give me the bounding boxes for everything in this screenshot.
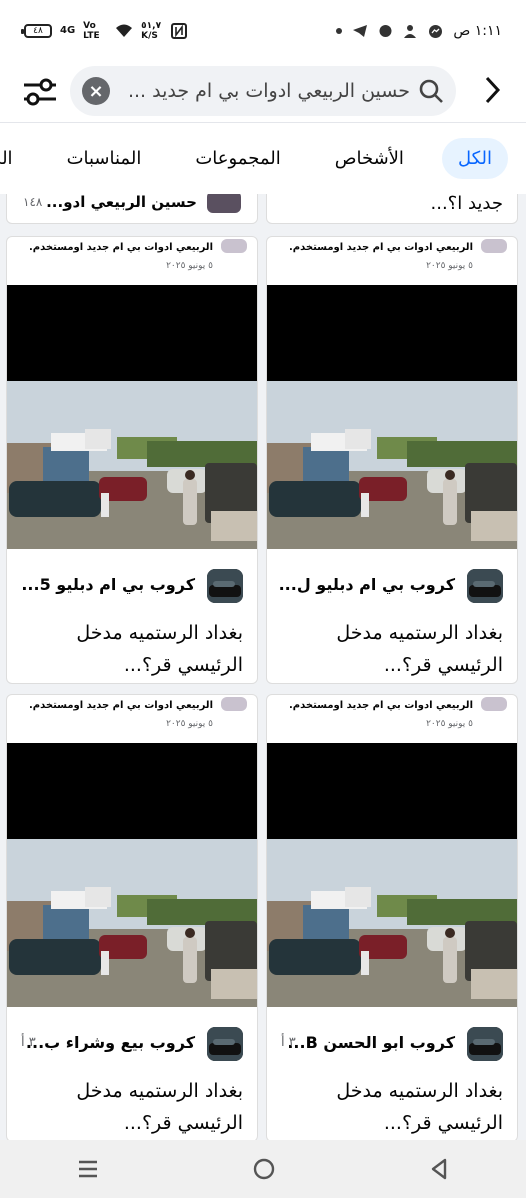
post-header: الربيعي ادوات بي ام جديد اومستخدم. ٥ يوني… (7, 237, 257, 285)
tab-all[interactable]: الكل (441, 138, 508, 179)
battery-level: ٤٨ (33, 26, 43, 36)
video-thumbnail[interactable]: ٢ (7, 743, 257, 1007)
user-add-icon (404, 24, 417, 38)
group-row[interactable]: كروب بي ام دبليو 5... (7, 567, 257, 607)
post-date: ٥ يونيو ٢٠٢٥ (166, 261, 213, 271)
telegram-icon (353, 25, 368, 37)
net-speed-unit: K/S (141, 31, 158, 41)
video-thumbnail[interactable]: ٢ (267, 285, 517, 549)
back-button[interactable] (474, 72, 510, 108)
result-card[interactable]: الربيعي ادوات بي ام جديد اومستخدم. ٥ يوني… (266, 694, 518, 1140)
search-icon (419, 79, 443, 103)
search-header: × حسين الربيعي ادوات بي ام جديد ... (0, 62, 526, 122)
group-name: كروب ابو الحسن B... (287, 1033, 455, 1052)
notification-dot-icon (336, 28, 343, 34)
street-scene-image (7, 381, 257, 549)
post-text: بغداد الرستميه مدخل الرئيسي قر؟... (76, 622, 243, 676)
search-query[interactable]: حسين الربيعي ادوات بي ام جديد ... (118, 80, 410, 102)
post-header: الربيعي ادوات بي ام جديد اومستخدم. ٥ يوني… (267, 237, 517, 285)
video-thumbnail[interactable]: ٦ (267, 743, 517, 1007)
tab-more[interactable]: الد (0, 138, 29, 179)
result-card[interactable]: الربيعي ادوات بي ام جديد اومستخدم. ٥ يوني… (6, 694, 258, 1140)
post-text: بغداد الرستميه مدخل الرئيسي قر؟... (336, 622, 503, 676)
post-author-title: الربيعي ادوات بي ام جديد اومستخدم. (288, 242, 473, 253)
post-header: الربيعي ادوات بي ام جديد اومستخدم. ٥ يوني… (7, 695, 257, 743)
group-row[interactable]: كروب بي ام دبليو ل... (267, 567, 517, 607)
group-meta: ٣ أ (281, 1035, 296, 1050)
wifi-icon (116, 24, 133, 37)
chat-bubble-icon (379, 24, 392, 37)
filter-tabs: الكل الأشخاص المجموعات المناسبات الد (0, 122, 526, 194)
post-date: ٥ يونيو ٢٠٢٥ (426, 719, 473, 729)
nfc-icon (171, 23, 188, 39)
result-card[interactable]: الربيعي ادوات بي ام جديد اومستخدم. ٥ يوني… (266, 236, 518, 684)
result-card[interactable]: الربيعي ادوات بي ام جديد اومستخدم. ٥ يوني… (6, 236, 258, 684)
net-speed: ٥١,٧ K/S (141, 21, 163, 41)
post-author-title: الربيعي ادوات بي ام جديد اومستخدم. (28, 242, 213, 253)
system-nav-bar (0, 1140, 526, 1198)
home-circle-icon[interactable] (252, 1157, 276, 1181)
status-bar: ٤٨ 4G Vo LTE ٥١,٧ K/S ١:١١ ص (0, 0, 526, 62)
post-date: ٥ يونيو ٢٠٢٥ (166, 719, 213, 729)
avatar (221, 697, 247, 711)
group-row[interactable]: كروب ابو الحسن B... ٣ أ (267, 1025, 517, 1065)
group-avatar (467, 569, 503, 603)
status-left: ٤٨ 4G Vo LTE ٥١,٧ K/S (21, 21, 188, 41)
net-speed-value: ٥١,٧ (141, 21, 162, 31)
post-text: بغداد الرستميه مدخل الرئيسي قر؟... (336, 1080, 503, 1134)
group-avatar (467, 1027, 503, 1061)
tab-groups[interactable]: المجموعات (179, 138, 296, 179)
video-thumbnail[interactable]: ٢ (7, 285, 257, 549)
volte-label: Vo LTE (83, 21, 100, 41)
back-triangle-icon[interactable] (428, 1157, 450, 1181)
partial-card-right[interactable]: جديد ا؟... (266, 194, 518, 224)
close-icon[interactable]: × (82, 77, 110, 105)
tab-events[interactable]: المناسبات (51, 138, 158, 179)
post-author-title: الربيعي ادوات بي ام جديد اومستخدم. (288, 700, 473, 711)
group-avatar (207, 1027, 243, 1061)
group-meta: ٣ أ (21, 1035, 36, 1050)
partial-count: ١٤٨ (23, 195, 43, 209)
group-name: كروب بي ام دبليو ل... (278, 575, 455, 594)
street-scene-image (7, 839, 257, 1007)
messenger-icon (429, 24, 443, 38)
avatar (481, 239, 507, 253)
group-name: كروب بيع وشراء ب... (25, 1033, 195, 1052)
clock: ١:١١ ص (453, 23, 502, 39)
chevron-right-icon (485, 76, 501, 104)
search-input[interactable]: × حسين الربيعي ادوات بي ام جديد ... (70, 66, 456, 116)
post-author-title: الربيعي ادوات بي ام جديد اومستخدم. (28, 700, 213, 711)
group-row[interactable]: كروب بيع وشراء ب... ٣ أ (7, 1025, 257, 1065)
partial-group-name: حسين الربيعي ادو... (46, 194, 197, 211)
battery-icon: ٤٨ (21, 24, 52, 38)
filter-sliders-icon[interactable] (20, 74, 60, 110)
partial-card-left[interactable]: حسين الربيعي ادو... ١٤٨ (6, 194, 258, 224)
group-avatar (207, 569, 243, 603)
avatar (481, 697, 507, 711)
post-text: بغداد الرستميه مدخل الرئيسي قر؟... (76, 1080, 243, 1134)
street-scene-image (267, 839, 517, 1007)
group-name: كروب بي ام دبليو 5... (21, 575, 195, 594)
post-header: الربيعي ادوات بي ام جديد اومستخدم. ٥ يوني… (267, 695, 517, 743)
partial-avatar (207, 194, 241, 213)
tab-people[interactable]: الأشخاص (319, 138, 420, 179)
recent-apps-icon[interactable] (76, 1158, 100, 1180)
partial-text: جديد ا؟... (430, 194, 503, 214)
post-date: ٥ يونيو ٢٠٢٥ (426, 261, 473, 271)
street-scene-image (267, 381, 517, 549)
status-right: ١:١١ ص (336, 23, 502, 39)
results-grid: جديد ا؟... حسين الربيعي ادو... ١٤٨ الربي… (0, 194, 526, 1140)
network-type: 4G (60, 25, 76, 36)
avatar (221, 239, 247, 253)
